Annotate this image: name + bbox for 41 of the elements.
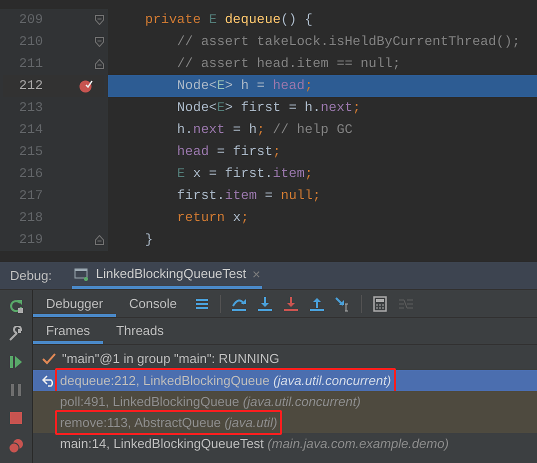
- fold-marker-icon[interactable]: [95, 37, 104, 47]
- breakpoint-icon[interactable]: [79, 79, 93, 93]
- code-line: // assert takeLock.isHeldByCurrentThread();: [176, 33, 520, 52]
- step-out-icon[interactable]: [308, 296, 325, 312]
- resume-icon[interactable]: [8, 354, 24, 370]
- rerun-icon[interactable]: [8, 298, 24, 314]
- pause-icon[interactable]: [8, 382, 24, 398]
- frames-tab[interactable]: Threads: [103, 318, 177, 344]
- code-line: Node<E> first = h.next;: [176, 99, 361, 118]
- calculator-icon[interactable]: [372, 296, 388, 312]
- code-line: return x;: [176, 209, 249, 228]
- thread-status: "main"@1 in group "main": RUNNING: [62, 350, 280, 368]
- code-line: Node<E> h = head;: [176, 77, 313, 96]
- step-into-icon[interactable]: [256, 296, 273, 312]
- app-window-icon: [74, 266, 90, 282]
- code-line: h.next = h; // help GC: [176, 121, 353, 140]
- wrench-icon[interactable]: [8, 326, 24, 342]
- line-number: 212: [19, 77, 44, 96]
- return-arrow-icon: [42, 374, 56, 386]
- fold-marker-icon[interactable]: [95, 59, 104, 69]
- code-line: // assert head.item == null;: [176, 55, 400, 74]
- frames-tab[interactable]: Frames: [33, 318, 104, 344]
- code-line: head = first;: [176, 143, 281, 162]
- code-line: private E dequeue() {: [145, 11, 313, 30]
- code-line: }: [145, 231, 153, 250]
- frame-label: poll:491, LinkedBlockingQueue (java.util.concurrent): [59, 392, 362, 411]
- debugger-tab[interactable]: Console: [116, 290, 190, 317]
- debug-label: Debug:: [10, 266, 52, 285]
- force-step-into-icon[interactable]: [282, 296, 299, 312]
- stack-frame[interactable]: dequeue:212, LinkedBlockingQueue (java.util.concurrent): [33, 370, 537, 391]
- breakpoints-icon[interactable]: [8, 438, 24, 454]
- stack-frame[interactable]: main:14, LinkedBlockingQueueTest (main.java.com.example.demo): [33, 433, 537, 454]
- run-to-cursor-icon[interactable]: [334, 296, 351, 312]
- frame-label: main:14, LinkedBlockingQueueTest (main.java.com.example.demo): [59, 434, 450, 453]
- check-icon: [42, 353, 56, 365]
- code-line: E x = first.item;: [176, 165, 313, 184]
- code-line: first.item = null;: [176, 187, 321, 206]
- stop-icon[interactable]: [8, 410, 24, 426]
- frame-label: remove:113, AbstractQueue (java.util): [55, 410, 282, 436]
- fold-marker-icon[interactable]: [95, 235, 104, 245]
- fold-marker-icon[interactable]: [95, 15, 104, 25]
